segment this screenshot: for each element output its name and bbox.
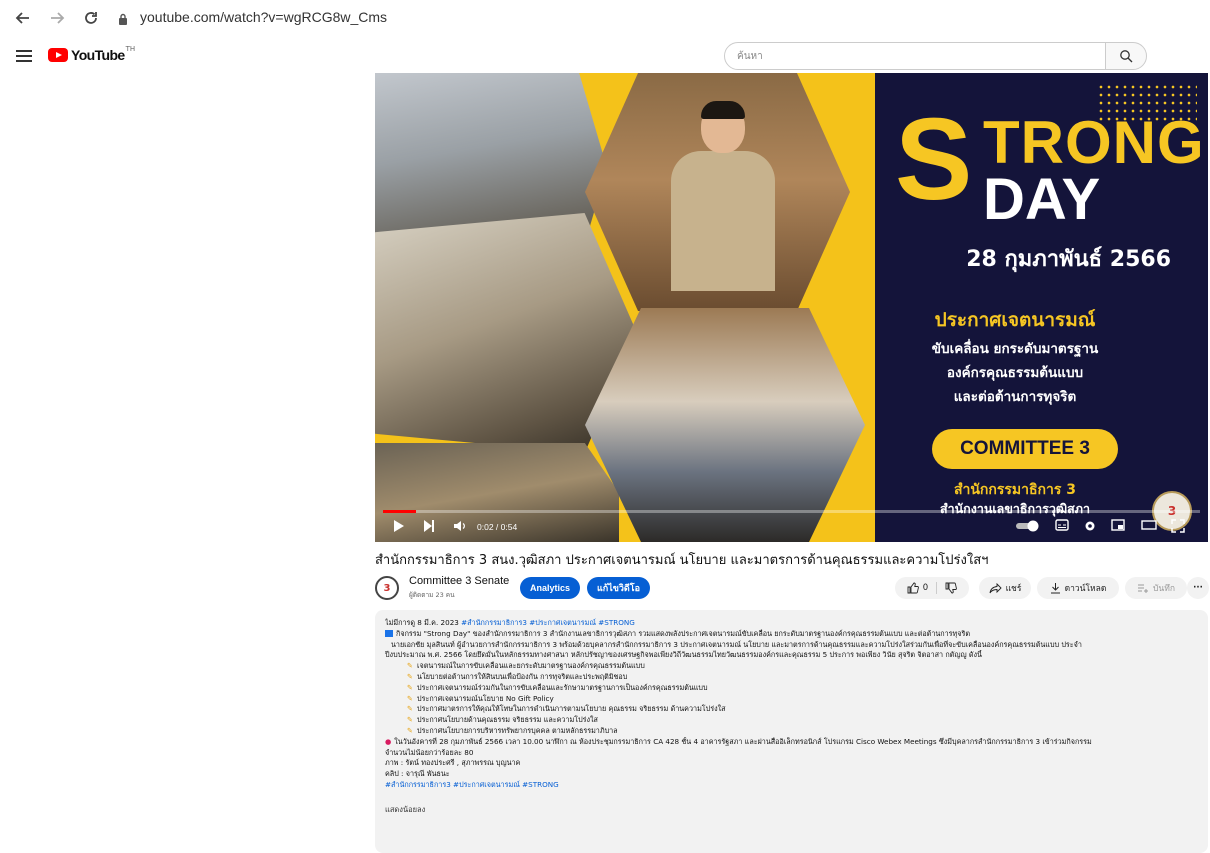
play-button-emoji-icon — [385, 630, 393, 638]
volume-icon[interactable] — [453, 519, 467, 537]
headline-day: DAY — [983, 167, 1101, 232]
committee-pill: COMMITTEE 3 — [932, 429, 1118, 469]
headline-initial: S — [895, 94, 973, 224]
video-player[interactable]: S TRONG DAY 28 กุมภาพันธ์ 2566 ประกาศเจต… — [375, 73, 1208, 542]
like-button[interactable]: 0 — [907, 582, 938, 594]
declaration-line: องค์กรคุณธรรมต้นแบบ — [946, 365, 1084, 381]
youtube-logo[interactable]: YouTube TH — [48, 45, 136, 63]
save-button[interactable]: บันทึก — [1125, 577, 1187, 599]
next-icon[interactable] — [423, 519, 435, 537]
photo-credit: ภาพ : รัตน์ ทองประศรี , สุภาพรรณ บุญนาค — [385, 758, 521, 768]
menu-icon[interactable] — [16, 50, 32, 62]
list-item: นโยบายต่อต้านการให้สินบนเพื่อป้องกัน การ… — [385, 672, 1198, 683]
thumbs-down-icon — [945, 582, 958, 594]
thumbs-up-icon — [907, 582, 919, 594]
list-item: ประกาศนโยบายด้านคุณธรรม จริยธรรม และความ… — [385, 715, 1198, 726]
like-count: 0 — [922, 583, 929, 593]
add-to-playlist-icon — [1138, 584, 1149, 593]
description-paragraph: ● ในวันอังคารที่ 28 กุมภาพันธ์ 2566 เวลา … — [385, 736, 1092, 746]
back-arrow-icon[interactable] — [12, 7, 34, 29]
share-label: แชร์ — [1005, 584, 1022, 594]
download-button[interactable]: ดาวน์โหลด — [1037, 577, 1119, 599]
progress-bar[interactable] — [383, 510, 1200, 513]
declaration-line: และต่อต้านการทุจริต — [953, 389, 1077, 405]
list-item: ประกาศมาตรการให้คุณให้โทษในการดำเนินการต… — [385, 704, 1198, 715]
share-button[interactable]: แชร์ — [979, 577, 1031, 599]
progress-fill — [383, 510, 416, 513]
headline-rest: TRONG — [983, 109, 1205, 176]
channel-row: 3 Committee 3 Senate ผู้ติดตาม 23 คน Ana… — [375, 574, 1209, 604]
search-input[interactable]: ค้นหา — [724, 42, 1106, 70]
fullscreen-icon[interactable] — [1171, 519, 1185, 537]
pin-icon: ● — [385, 736, 392, 746]
forward-arrow-icon[interactable] — [46, 7, 68, 29]
download-label: ดาวน์โหลด — [1064, 584, 1107, 594]
declaration-heading: ประกาศเจตนารมณ์ — [934, 309, 1096, 331]
analytics-button[interactable]: Analytics — [520, 577, 580, 599]
thumbnail-date: 28 กุมภาพันธ์ 2566 — [966, 247, 1171, 272]
description-box[interactable]: ไม่มีการดู 8 มี.ค. 2023 #สำนักกรรมาธิการ… — [375, 610, 1208, 853]
logo-text: YouTube — [71, 47, 125, 63]
video-title: สำนักกรรมาธิการ 3 สนง.วุฒิสภา ประกาศเจตน… — [375, 553, 989, 568]
declaration-line: ขับเคลื่อน ยกระดับมาตรฐาน — [931, 341, 1099, 357]
play-icon[interactable] — [393, 519, 405, 537]
theater-mode-icon[interactable] — [1141, 519, 1157, 535]
reload-icon[interactable] — [80, 7, 102, 29]
hashtag-links[interactable]: #สำนักกรรมาธิการ3 #ประกาศเจตนารมณ์ #STRO… — [461, 618, 635, 627]
clip-credit: คลิป : จารุณี พันธนะ — [385, 769, 450, 779]
time-display: 0:02 / 0:54 — [477, 522, 518, 532]
description-paragraph: จำนวนไม่น้อยกว่าร้อยละ 80 — [385, 747, 474, 757]
officer-figure — [671, 101, 775, 291]
region-code: TH — [125, 45, 136, 53]
dislike-button[interactable] — [937, 582, 958, 594]
settings-icon[interactable] — [1083, 519, 1097, 537]
show-less-link[interactable]: แสดงน้อยลง — [385, 805, 1198, 816]
thumbnail-photo-collage — [375, 73, 875, 542]
browser-toolbar: youtube.com/watch?v=wgRCG8w_Cms — [0, 0, 1210, 36]
edit-video-button[interactable]: แก้ไขวิดีโอ — [587, 577, 650, 599]
player-controls: 0:02 / 0:54 — [375, 516, 1208, 540]
channel-avatar[interactable]: 3 — [375, 576, 399, 600]
declaration-lines: ขับเคลื่อน ยกระดับมาตรฐาน องค์กรคุณธรรมต… — [895, 337, 1135, 409]
autoplay-toggle-icon[interactable] — [1015, 519, 1041, 537]
share-icon — [989, 582, 1002, 593]
subscriber-count: ผู้ติดตาม 23 คน — [409, 591, 455, 599]
description-paragraph: กิจกรรม "Strong Day" ของสำนักกรรมาธิการ … — [385, 629, 1198, 640]
lock-icon — [118, 11, 128, 25]
list-item: ประกาศเจตนารมณ์ร่วมกันในการขับเคลื่อนและ… — [385, 683, 1198, 694]
description-meta: ไม่มีการดู 8 มี.ค. 2023 #สำนักกรรมาธิการ… — [385, 618, 635, 627]
like-dislike-group: 0 — [895, 577, 969, 599]
more-actions-button[interactable]: ··· — [1187, 577, 1209, 599]
list-item: เจตนารมณ์ในการขับเคลื่อนและยกระดับมาตรฐา… — [385, 661, 1198, 672]
download-icon — [1050, 583, 1060, 594]
footer-hashtags[interactable]: #สำนักกรรมาธิการ3 #ประกาศเจตนารมณ์ #STRO… — [385, 780, 1198, 791]
search-icon — [1120, 50, 1133, 63]
miniplayer-icon[interactable] — [1111, 519, 1125, 535]
channel-name[interactable]: Committee 3 Senate — [409, 575, 509, 587]
description-paragraph: นายเอกชัย มุลสินนท์ ผู้อำนวยการสำนักกรรม… — [391, 639, 1082, 649]
save-label: บันทึก — [1153, 584, 1175, 594]
list-item: ประกาศนโยบายการบริหารทรัพยากรบุคคล ตามหล… — [385, 726, 1198, 737]
search-button[interactable] — [1105, 42, 1147, 70]
office-line: สำนักกรรมาธิการ 3 — [953, 482, 1077, 498]
description-paragraph: ปีงบประมาณ พ.ศ. 2566 โดยยึดมั่นในหลักธรร… — [385, 650, 982, 660]
meeting-room-photo — [585, 308, 865, 542]
list-item: ประกาศเจตนารมณ์นโยบาย No Gift Policy — [385, 694, 1198, 705]
captions-icon[interactable] — [1055, 519, 1069, 535]
youtube-play-icon — [48, 48, 68, 62]
address-bar[interactable]: youtube.com/watch?v=wgRCG8w_Cms — [140, 9, 387, 25]
